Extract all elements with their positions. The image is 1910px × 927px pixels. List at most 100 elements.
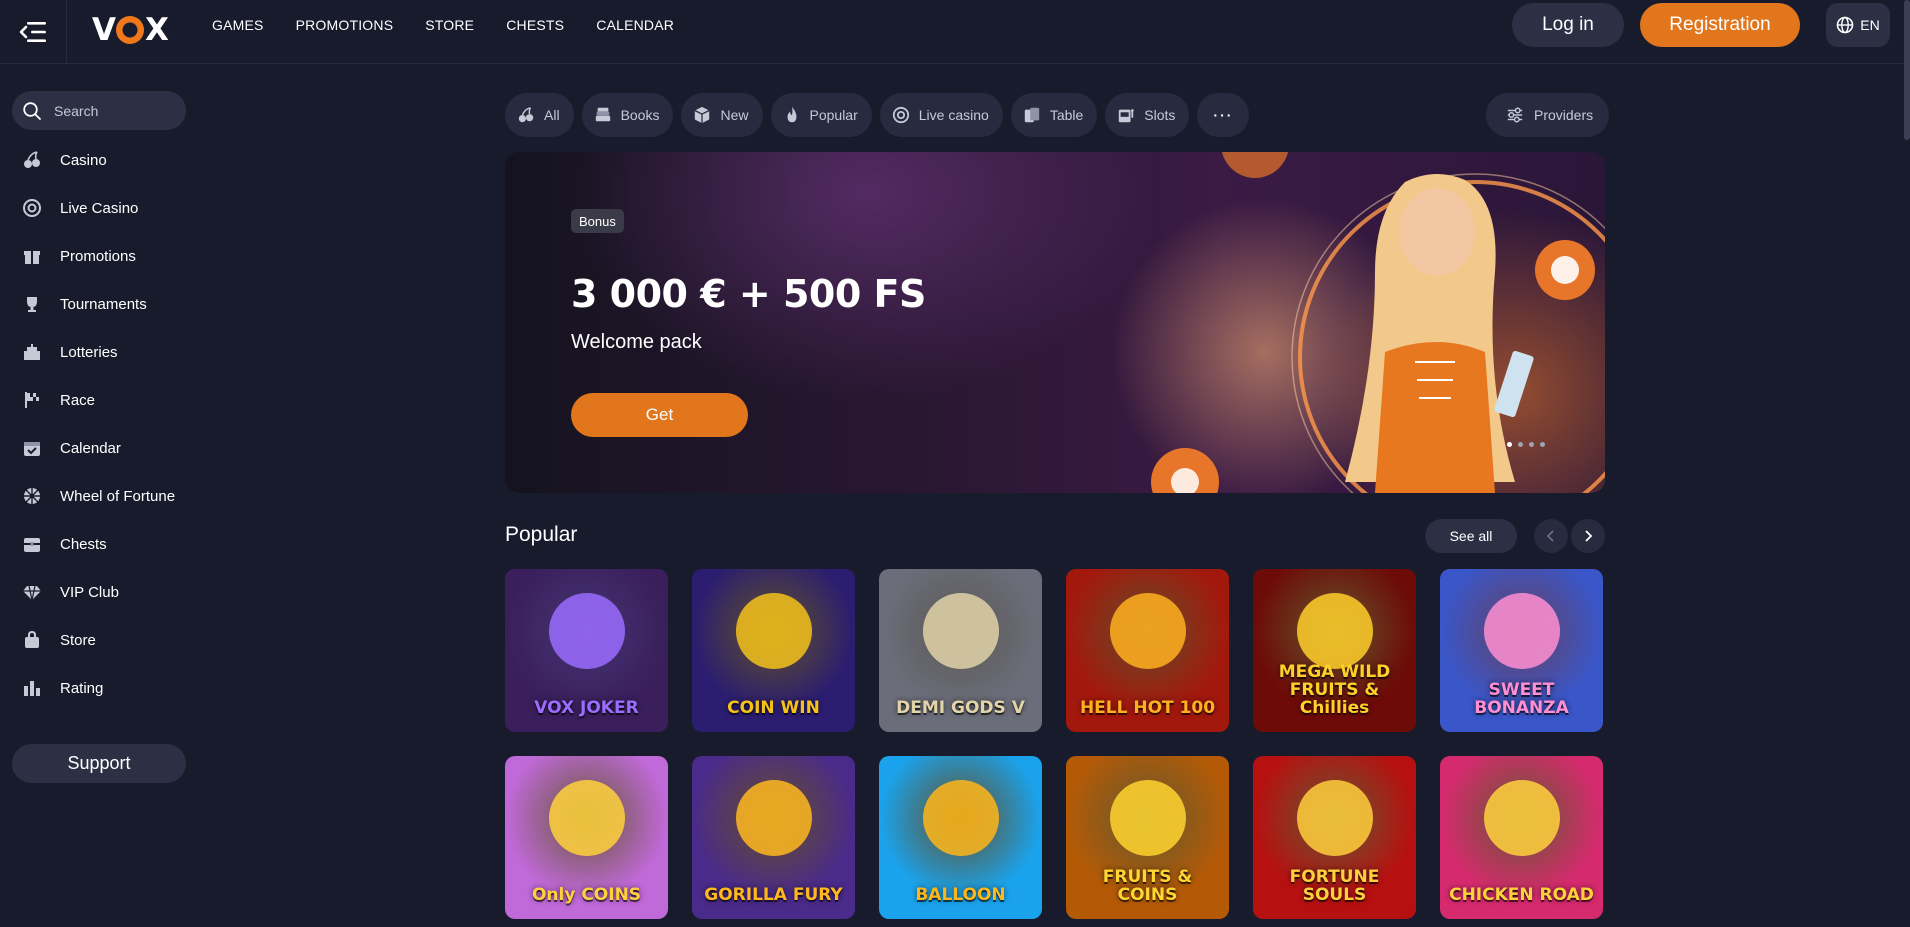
game-tile[interactable]: GORILLA FURY (692, 756, 855, 919)
sidebar-item-label: Race (60, 391, 96, 409)
game-tile[interactable]: SWEET BONANZA (1440, 569, 1603, 732)
sidebar-item-calendar[interactable]: Calendar (0, 424, 200, 472)
nav-store[interactable]: STORE (425, 17, 474, 33)
page-scrollbar[interactable] (1904, 0, 1910, 140)
game-tile[interactable]: Only COINS (505, 756, 668, 919)
sidebar-item-label: VIP Club (60, 583, 119, 601)
more-categories-button[interactable]: ··· (1197, 93, 1250, 137)
language-code: EN (1860, 17, 1880, 33)
sidebar-item-label: Tournaments (60, 295, 147, 313)
vox-logo[interactable]: VX (92, 10, 169, 50)
sidebar-item-label: Wheel of Fortune (60, 487, 176, 505)
pagination-dot[interactable] (1507, 442, 1512, 447)
filter-chip-popular[interactable]: Popular (770, 93, 872, 137)
sidebar-item-promotions[interactable]: Promotions (0, 232, 200, 280)
promo-banner[interactable]: Bonus 3 000 € + 500 FS Welcome pack Get (505, 152, 1605, 493)
filter-chip-new[interactable]: New (681, 93, 763, 137)
game-art (1483, 592, 1560, 669)
game-tile[interactable]: FORTUNE SOULS (1253, 756, 1416, 919)
banner-pagination (1507, 442, 1545, 447)
filter-chip-live-casino[interactable]: Live casino (879, 93, 1003, 137)
collapse-menu-icon (19, 22, 46, 42)
nav-games[interactable]: GAMES (212, 17, 264, 33)
cherries-icon (22, 150, 42, 170)
game-art (922, 779, 999, 856)
nav-chests[interactable]: CHESTS (506, 17, 564, 33)
chip-label: Table (1049, 107, 1084, 123)
sidebar-item-wheel-of-fortune[interactable]: Wheel of Fortune (0, 472, 200, 520)
search-box[interactable] (12, 91, 186, 130)
registration-button[interactable]: Registration (1640, 3, 1800, 47)
game-title: DEMI GODS V (896, 698, 1025, 719)
chip-label: Slots (1144, 107, 1176, 123)
sidebar-item-vip-club[interactable]: VIP Club (0, 568, 200, 616)
logo-chip-icon (116, 16, 144, 44)
game-title: HELL HOT 100 (1079, 698, 1216, 719)
sidebar-item-store[interactable]: Store (0, 616, 200, 664)
game-tile[interactable]: COIN WIN (692, 569, 855, 732)
filter-chip-books[interactable]: Books (581, 93, 674, 137)
search-input[interactable] (54, 102, 174, 119)
sidebar-item-race[interactable]: Race (0, 376, 200, 424)
chip-label: All (544, 107, 560, 123)
banner-get-button[interactable]: Get (571, 393, 748, 437)
game-tile[interactable]: FRUITS & COINS (1066, 756, 1229, 919)
game-title: COIN WIN (727, 698, 820, 719)
pagination-dot[interactable] (1518, 442, 1523, 447)
game-tile[interactable]: DEMI GODS V (879, 569, 1042, 732)
wheel-icon (22, 486, 42, 506)
slot-machine-icon (1119, 109, 1134, 123)
sidebar-item-tournaments[interactable]: Tournaments (0, 280, 200, 328)
sidebar-item-live-casino[interactable]: Live Casino (0, 184, 200, 232)
sidebar-item-casino[interactable]: Casino (0, 136, 200, 184)
lottery-icon (22, 342, 42, 362)
popular-games-grid: VOX JOKER COIN WIN DEMI GODS V HELL HOT … (505, 569, 1605, 919)
game-tile[interactable]: BALLOON (879, 756, 1042, 919)
game-category-filters: All Books New Popular Live casino Table … (505, 93, 1250, 137)
carousel-next-button[interactable] (1571, 519, 1605, 553)
cherries-icon (518, 107, 534, 123)
providers-filter-button[interactable]: Providers (1486, 93, 1610, 137)
game-title: BALLOON (915, 885, 1006, 906)
game-title: FRUITS & COINS (1102, 867, 1193, 906)
sidebar-item-rating[interactable]: Rating (0, 664, 200, 712)
nav-promotions[interactable]: PROMOTIONS (296, 17, 394, 33)
game-tile[interactable]: CHICKEN ROAD (1440, 756, 1603, 919)
sidebar-item-label: Chests (60, 535, 107, 553)
pagination-dot[interactable] (1540, 442, 1545, 447)
filter-chip-all[interactable]: All (505, 93, 574, 137)
sidebar-item-label: Store (60, 631, 96, 649)
cube-icon (695, 106, 710, 124)
collapse-sidebar-button[interactable] (0, 0, 67, 64)
game-tile[interactable]: VOX JOKER (505, 569, 668, 732)
filter-chip-slots[interactable]: Slots (1105, 93, 1190, 137)
game-art (1109, 779, 1186, 856)
flame-icon (787, 106, 796, 123)
nav-calendar[interactable]: CALENDAR (596, 17, 674, 33)
game-tile[interactable]: HELL HOT 100 (1066, 569, 1229, 732)
game-art (1296, 592, 1373, 669)
carousel-prev-button[interactable] (1534, 519, 1568, 553)
shopping-bag-icon (22, 630, 42, 650)
game-title: Only COINS (531, 885, 642, 906)
books-icon (595, 107, 610, 122)
filter-chip-table[interactable]: Table (1010, 93, 1098, 137)
pagination-dot[interactable] (1529, 442, 1534, 447)
top-navigation: GAMES PROMOTIONS STORE CHESTS CALENDAR (212, 0, 674, 50)
sidebar-item-label: Promotions (60, 247, 136, 265)
see-all-button[interactable]: See all (1425, 519, 1517, 553)
calendar-icon (22, 438, 42, 458)
support-button[interactable]: Support (12, 744, 186, 783)
game-tile[interactable]: MEGA WILD FRUITS & Chillies (1253, 569, 1416, 732)
sidebar-item-chests[interactable]: Chests (0, 520, 200, 568)
login-button[interactable]: Log in (1512, 3, 1624, 47)
sidebar-item-label: Rating (60, 679, 104, 697)
sidebar-item-label: Lotteries (60, 343, 118, 361)
chip-label: Popular (809, 107, 858, 123)
language-selector[interactable]: EN (1826, 3, 1890, 47)
sidebar-item-lotteries[interactable]: Lotteries (0, 328, 200, 376)
game-art (735, 592, 812, 669)
chevron-left-icon (1546, 530, 1554, 542)
chip-label: New (720, 107, 749, 123)
game-art (735, 779, 812, 856)
